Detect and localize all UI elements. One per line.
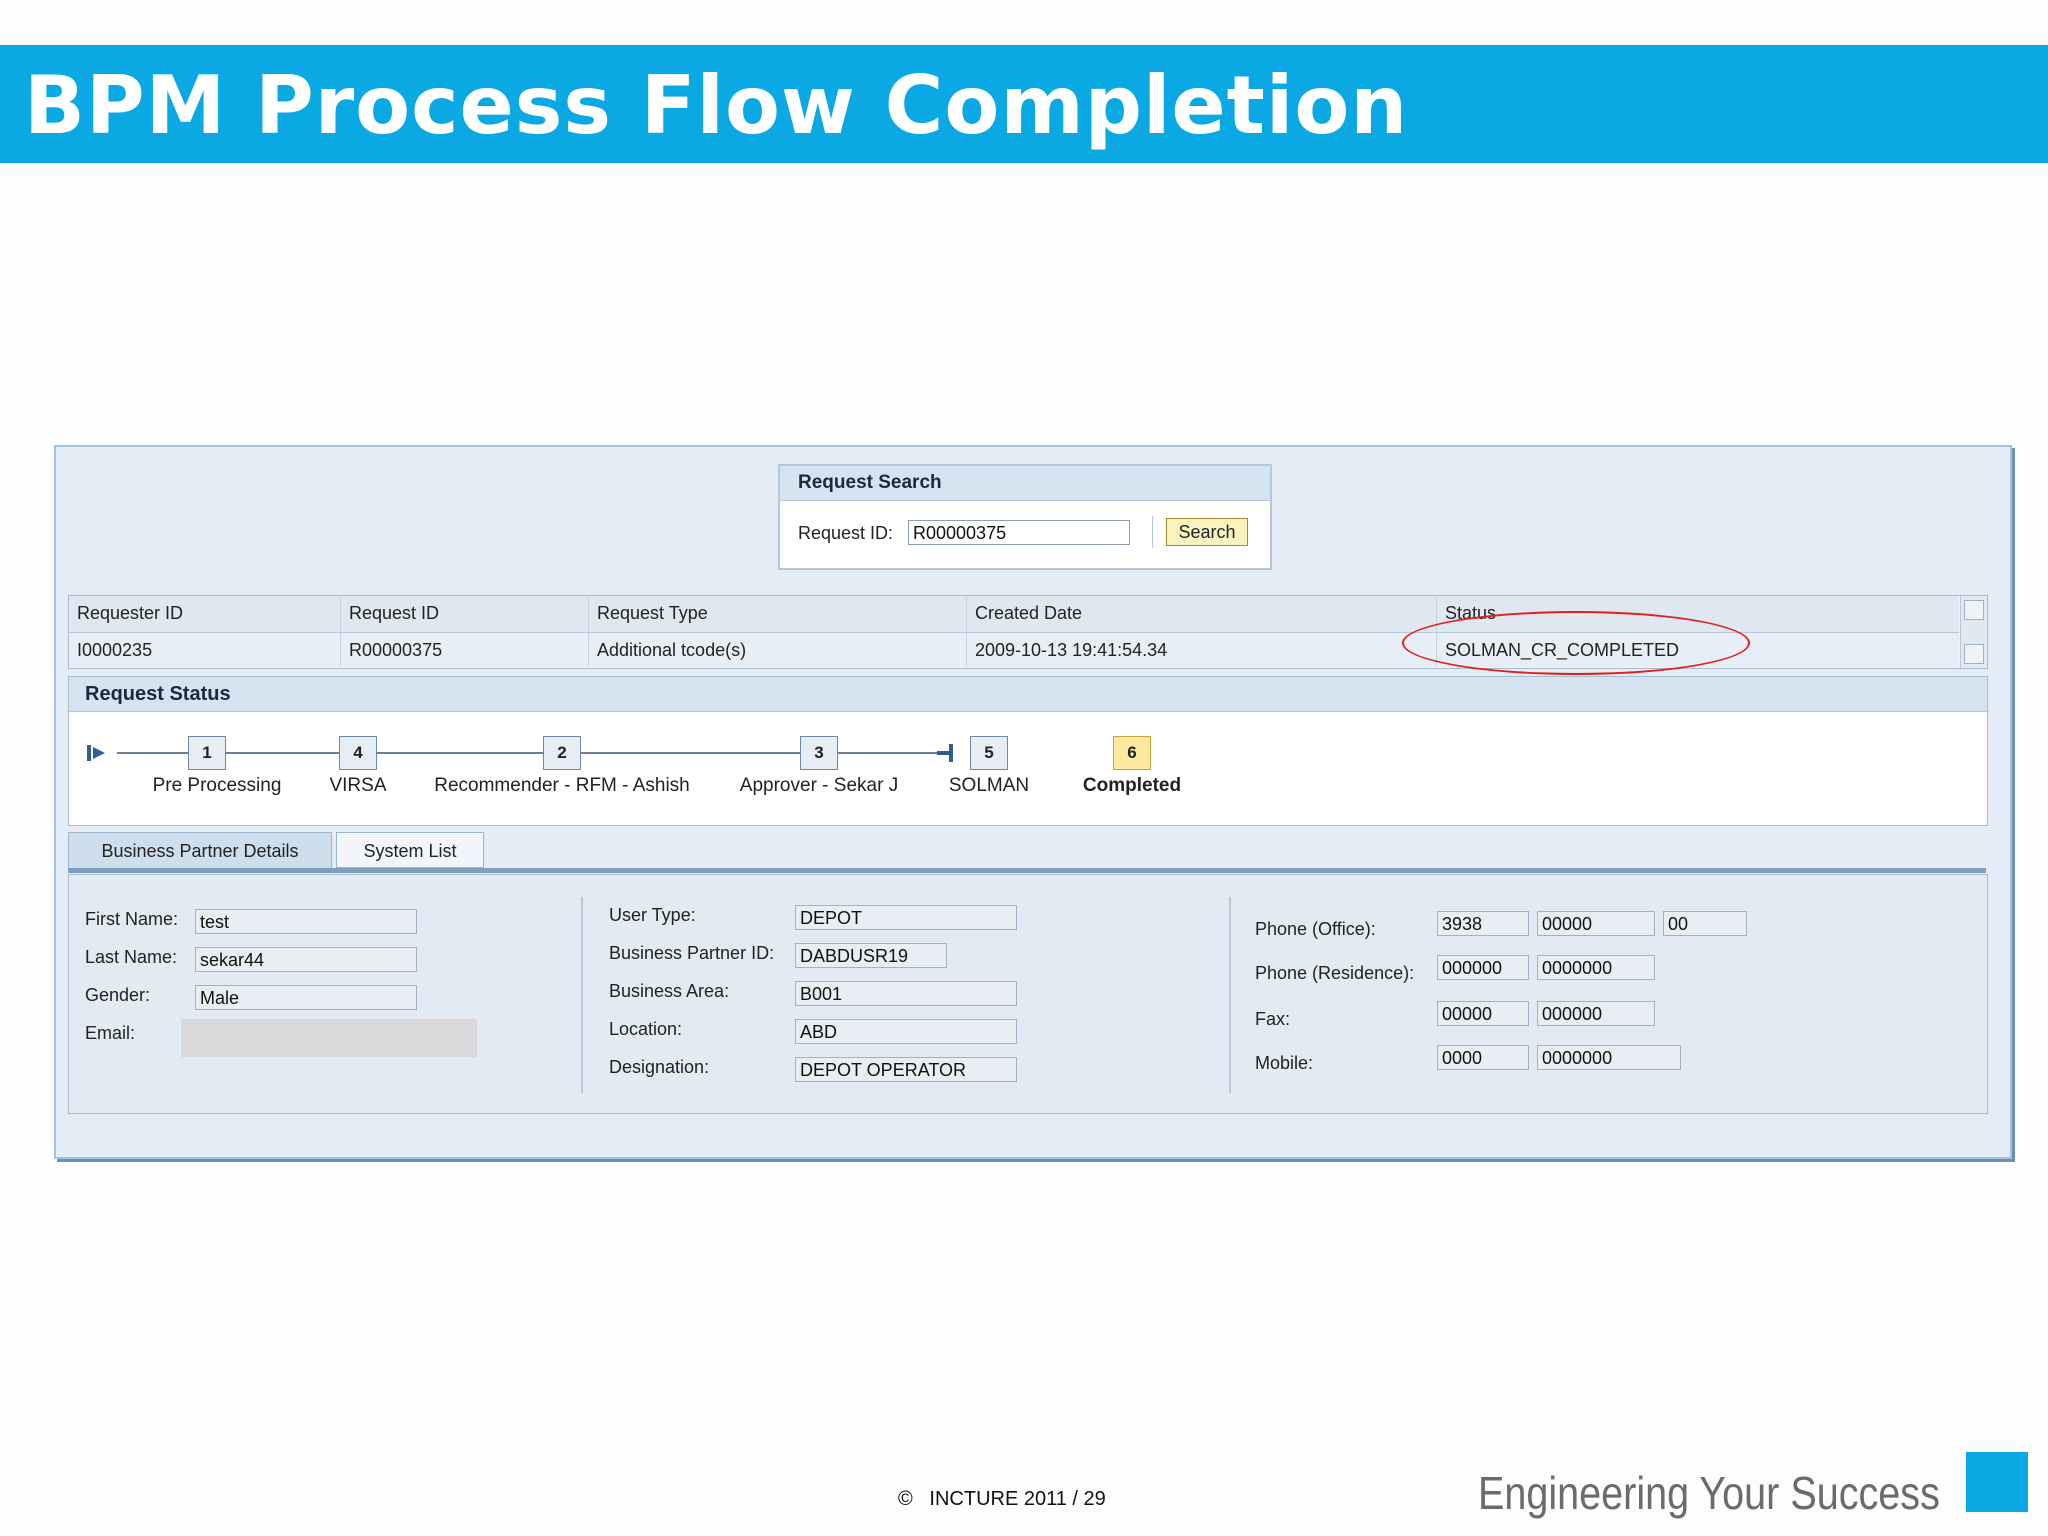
fax-field-2[interactable]: 000000 (1537, 1001, 1655, 1026)
tab-underline (68, 868, 1986, 873)
step-label-virsa: VIRSA (329, 775, 387, 796)
business-partner-details-panel: First Name: test Last Name: sekar44 Gend… (68, 874, 1988, 1114)
location-field[interactable]: ABD (795, 1019, 1017, 1044)
scroll-down-button[interactable] (1964, 644, 1984, 664)
details-tab-strip: Business Partner Details System List (68, 832, 1986, 874)
user-type-label: User Type: (609, 905, 696, 925)
phone-office-field-2[interactable]: 00000 (1537, 911, 1655, 936)
bpm-application-panel: Request Search Request ID: R00000375 Sea… (54, 445, 2012, 1159)
column-header-request-id[interactable]: Request ID (341, 596, 589, 632)
request-search-title: Request Search (798, 472, 942, 493)
request-status-panel: Request Status 1 Pre Processing 4 VIRSA … (68, 676, 1988, 826)
request-id-label: Request ID: (798, 523, 894, 543)
first-name-label: First Name: (85, 909, 179, 929)
slide-title-bar: BPM Process Flow Completion (0, 45, 2048, 163)
step-label-recommender: Recommender - RFM - Ashish (434, 775, 690, 796)
status-highlight-ellipse (1402, 611, 1750, 675)
tab-system-list[interactable]: System List (336, 832, 484, 868)
gender-field[interactable]: Male (195, 985, 417, 1010)
request-search-header: Request Search (780, 466, 1270, 501)
business-area-field[interactable]: B001 (795, 981, 1017, 1006)
step-label-approver: Approver - Sekar J (739, 775, 899, 796)
phone-residence-label: Phone (Residence): (1255, 963, 1415, 983)
phone-residence-field-1[interactable]: 000000 (1437, 955, 1529, 980)
table-scrollbar[interactable] (1960, 596, 1987, 668)
step-box-6[interactable]: 6 (1113, 736, 1151, 770)
fax-label: Fax: (1255, 1009, 1291, 1029)
column-header-requester-id[interactable]: Requester ID (69, 596, 341, 632)
designation-label: Designation: (609, 1057, 710, 1077)
step-box-5[interactable]: 5 (970, 736, 1008, 770)
user-type-field[interactable]: DEPOT (795, 905, 1017, 930)
column-header-created-date[interactable]: Created Date (967, 596, 1437, 632)
scroll-up-button[interactable] (1964, 600, 1984, 620)
search-button[interactable]: Search (1166, 518, 1248, 546)
request-search-box: Request Search Request ID: R00000375 Sea… (778, 464, 1272, 570)
mobile-field-2[interactable]: 0000000 (1537, 1045, 1681, 1070)
phone-office-field-1[interactable]: 3938 (1437, 911, 1529, 936)
step-box-3[interactable]: 3 (800, 736, 838, 770)
tab-business-partner-details[interactable]: Business Partner Details (68, 832, 332, 868)
designation-field[interactable]: DEPOT OPERATOR (795, 1057, 1017, 1082)
mobile-field-1[interactable]: 0000 (1437, 1045, 1529, 1070)
flow-end-icon (937, 744, 953, 762)
first-name-field[interactable]: test (195, 909, 417, 934)
step-label-pre-processing: Pre Processing (152, 775, 282, 796)
step-box-4[interactable]: 4 (339, 736, 377, 770)
business-area-label: Business Area: (609, 981, 730, 1001)
mobile-label: Mobile: (1255, 1053, 1314, 1073)
last-name-label: Last Name: (85, 947, 178, 967)
step-label-solman: SOLMAN (948, 775, 1030, 796)
business-partner-id-label: Business Partner ID: (609, 943, 775, 963)
step-box-2[interactable]: 2 (543, 736, 581, 770)
column-divider (1229, 897, 1231, 1093)
cell-requester-id: I0000235 (69, 633, 341, 667)
column-header-request-type[interactable]: Request Type (589, 596, 967, 632)
request-id-input[interactable]: R00000375 (908, 520, 1130, 545)
step-label-completed: Completed (1082, 775, 1182, 796)
search-separator (1152, 516, 1153, 548)
column-divider (581, 897, 583, 1093)
brand-square-logo (1966, 1452, 2028, 1512)
phone-office-field-3[interactable]: 00 (1663, 911, 1747, 936)
fax-field-1[interactable]: 00000 (1437, 1001, 1529, 1026)
slide-title: BPM Process Flow Completion (24, 59, 1409, 152)
location-label: Location: (609, 1019, 683, 1039)
phone-residence-field-2[interactable]: 0000000 (1537, 955, 1655, 980)
flow-start-icon (87, 745, 105, 761)
email-label: Email: (85, 1023, 136, 1043)
phone-office-label: Phone (Office): (1255, 919, 1376, 939)
email-field[interactable] (181, 1019, 477, 1057)
request-status-header: Request Status (69, 677, 1987, 712)
business-partner-id-field[interactable]: DABDUSR19 (795, 943, 947, 968)
last-name-field[interactable]: sekar44 (195, 947, 417, 972)
request-status-title: Request Status (85, 683, 231, 705)
slide-tagline: Engineering Your Success (1478, 1467, 1940, 1519)
gender-label: Gender: (85, 985, 151, 1005)
step-box-1[interactable]: 1 (188, 736, 226, 770)
cell-created-date: 2009-10-13 19:41:54.34 (967, 633, 1437, 667)
cell-request-type: Additional tcode(s) (589, 633, 967, 667)
slide-footer: © INCTURE 2011 / 29 (898, 1488, 1106, 1510)
cell-request-id: R00000375 (341, 633, 589, 667)
